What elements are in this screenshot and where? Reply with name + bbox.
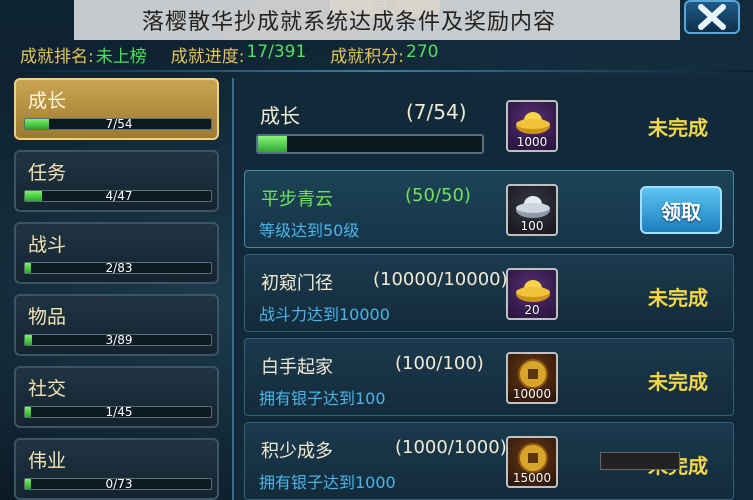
reward-quantity: 20 — [524, 303, 540, 317]
category-name: 伟业 — [28, 450, 67, 472]
divider — [0, 70, 753, 72]
summary-progress-fill — [258, 136, 288, 152]
reward-quantity: 15000 — [512, 471, 552, 485]
category-item-items[interactable]: 物品 3/89 — [14, 294, 219, 356]
category-count: 4/47 — [105, 189, 133, 203]
gold-ingot-icon — [516, 112, 550, 134]
summary-status: 未完成 — [648, 116, 708, 140]
category-item-battle[interactable]: 战斗 2/83 — [14, 222, 219, 284]
progress-label: 成就进度: — [170, 46, 245, 67]
category-count: 3/89 — [105, 333, 133, 347]
page-title-text: 落樱散华抄成就系统达成条件及奖励内容 — [142, 10, 557, 35]
category-progress-bar: 1/45 — [24, 405, 212, 419]
category-name: 物品 — [28, 306, 67, 328]
achievement-stats: 成就排名: 未上榜 成就进度: 17/391 成就积分: 270 — [20, 42, 448, 67]
page-title: 落樱散华抄成就系统达成条件及奖励内容 — [74, 0, 680, 40]
progress-value: 17/391 — [246, 41, 307, 62]
achievement-desc: 拥有银子达到1000 — [259, 473, 396, 492]
category-name: 成长 — [28, 90, 67, 112]
close-button[interactable] — [684, 0, 740, 34]
close-icon — [698, 4, 726, 30]
reward-quantity: 100 — [520, 219, 544, 233]
summary-reward[interactable]: 1000 — [506, 100, 558, 152]
category-progress-bar: 2/83 — [24, 261, 212, 275]
category-name: 战斗 — [28, 234, 67, 256]
category-count: 0/73 — [105, 477, 133, 491]
coin-icon — [518, 443, 548, 473]
watermark — [600, 452, 680, 470]
achievement-title: 白手起家 — [261, 357, 333, 378]
category-progress-bar: 3/89 — [24, 333, 212, 347]
achievement-title: 平步青云 — [261, 189, 333, 210]
claim-button[interactable]: 领取 — [640, 186, 722, 234]
achievement-status: 未完成 — [648, 286, 708, 310]
progress-stat: 成就进度: 17/391 — [171, 42, 307, 67]
achievement-desc: 战斗力达到10000 — [259, 305, 390, 324]
summary-progress-bar — [256, 134, 484, 154]
reward-quantity: 1000 — [516, 135, 548, 149]
rank-stat: 成就排名: 未上榜 — [20, 42, 147, 67]
category-item-growth[interactable]: 成长 7/54 — [14, 78, 219, 140]
summary-progress: (7/54) — [406, 100, 467, 124]
category-progress-bar: 7/54 — [24, 117, 212, 131]
coin-icon — [518, 359, 548, 389]
silver-ingot-icon — [516, 196, 550, 218]
category-progress-bar: 0/73 — [24, 477, 212, 491]
achievement-reward[interactable]: 100 — [506, 184, 558, 236]
category-name: 社交 — [28, 378, 67, 400]
category-item-feat[interactable]: 伟业 0/73 — [14, 438, 219, 500]
category-count: 1/45 — [105, 405, 133, 419]
achievement-title: 初窥门径 — [261, 273, 333, 294]
points-label: 成就积分: — [330, 46, 405, 67]
achievement-progress: (100/100) — [395, 353, 484, 374]
rank-label: 成就排名: — [20, 46, 94, 67]
category-progress-bar: 4/47 — [24, 189, 212, 203]
category-count: 7/54 — [105, 117, 133, 131]
category-count: 2/83 — [105, 261, 133, 275]
achievement-desc: 等级达到50级 — [259, 221, 360, 240]
points-stat: 成就积分: 270 — [330, 42, 438, 67]
reward-quantity: 10000 — [512, 387, 552, 401]
achievement-status: 未完成 — [648, 370, 708, 394]
category-item-quest[interactable]: 任务 4/47 — [14, 150, 219, 212]
achievement-progress: (1000/1000) — [395, 437, 507, 458]
achievement-progress: (50/50) — [405, 185, 471, 206]
summary-name: 成长 — [260, 104, 300, 128]
achievement-progress: (10000/10000) — [373, 269, 508, 290]
achievement-desc: 拥有银子达到100 — [259, 389, 386, 408]
achievement-reward[interactable]: 10000 — [506, 352, 558, 404]
achievement-reward[interactable]: 15000 — [506, 436, 558, 488]
category-name: 任务 — [28, 162, 67, 184]
achievement-title: 积少成多 — [261, 441, 333, 462]
points-value: 270 — [406, 41, 439, 62]
rank-value: 未上榜 — [95, 46, 147, 67]
category-item-social[interactable]: 社交 1/45 — [14, 366, 219, 428]
gold-ingot-icon — [516, 280, 550, 302]
achievement-reward[interactable]: 20 — [506, 268, 558, 320]
